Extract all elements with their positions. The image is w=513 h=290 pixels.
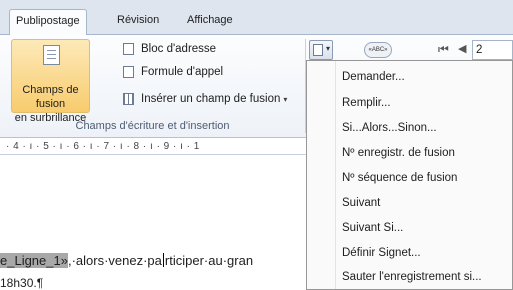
ribbon-group-label: Champs d'écriture et d'insertion bbox=[75, 120, 230, 132]
chevron-down-icon: ▾ bbox=[325, 44, 330, 53]
document-line: 18h30.¶ bbox=[0, 276, 44, 290]
ribbon-tab-strip: Publipostage Révision Affichage bbox=[0, 0, 513, 36]
menu-item-set-bookmark[interactable]: Définir Signet... bbox=[307, 242, 512, 264]
horizontal-ruler: · 4 · ı · 5 · ı · 6 · ı · 7 · ı · 8 · ı … bbox=[0, 139, 306, 155]
tab-view[interactable]: Affichage bbox=[181, 9, 239, 35]
tab-review[interactable]: Révision bbox=[111, 9, 165, 35]
preview-results-icon[interactable]: «ABC» bbox=[364, 42, 392, 58]
tab-mailings[interactable]: Publipostage bbox=[9, 9, 87, 36]
menu-item-ask[interactable]: Demander... bbox=[307, 66, 512, 88]
document-page[interactable] bbox=[0, 156, 306, 290]
rules-menu: Demander... Remplir... Si...Alors...Sino… bbox=[306, 60, 513, 290]
rules-dropdown-button[interactable]: ▾ bbox=[309, 40, 333, 60]
record-number-input[interactable]: 2 bbox=[472, 40, 513, 60]
menu-item-if-then-else[interactable]: Si...Alors...Sinon... bbox=[307, 117, 512, 139]
address-block-label: Bloc d'adresse bbox=[141, 43, 217, 55]
text-cursor bbox=[162, 253, 164, 267]
document-icon bbox=[43, 45, 60, 65]
document-line: e_Ligne_1»,·alors·venez·pa rticiper·au·gr… bbox=[0, 253, 253, 268]
first-record-icon[interactable]: ⏮ bbox=[438, 42, 449, 57]
insert-field-icon bbox=[123, 93, 134, 105]
menu-item-merge-record[interactable]: Nº enregistr. de fusion bbox=[307, 142, 512, 164]
text-before-cursor: ,·alors·venez·pa bbox=[67, 253, 162, 268]
previous-record-icon[interactable]: ◀ bbox=[458, 42, 466, 55]
highlight-button-label-line1: Champs de fusion bbox=[22, 84, 79, 110]
greeting-line-label: Formule d'appel bbox=[141, 66, 224, 78]
merge-field[interactable]: e_Ligne_1» bbox=[0, 253, 68, 268]
chevron-down-icon: ▾ bbox=[283, 95, 288, 104]
menu-item-next-record[interactable]: Suivant bbox=[307, 192, 512, 214]
insert-merge-field-label: Insérer un champ de fusion bbox=[141, 93, 281, 105]
highlight-merge-fields-button[interactable]: Champs de fusion en surbrillance bbox=[11, 39, 90, 124]
address-block-button[interactable]: Bloc d'adresse bbox=[121, 40, 216, 58]
address-block-icon bbox=[123, 43, 134, 55]
text-after-cursor: rticiper·au·gran bbox=[164, 253, 254, 268]
greeting-line-button[interactable]: Formule d'appel bbox=[121, 63, 223, 81]
greeting-line-icon bbox=[123, 66, 134, 78]
insert-merge-field-button[interactable]: Insérer un champ de fusion ▾ bbox=[121, 90, 287, 108]
menu-item-merge-sequence[interactable]: Nº séquence de fusion bbox=[307, 167, 512, 189]
rules-icon bbox=[313, 44, 323, 56]
menu-item-next-record-if[interactable]: Suivant Si... bbox=[307, 217, 512, 239]
menu-item-skip-record-if[interactable]: Sauter l'enregistrement si... bbox=[307, 266, 512, 288]
menu-item-fill-in[interactable]: Remplir... bbox=[307, 92, 512, 114]
